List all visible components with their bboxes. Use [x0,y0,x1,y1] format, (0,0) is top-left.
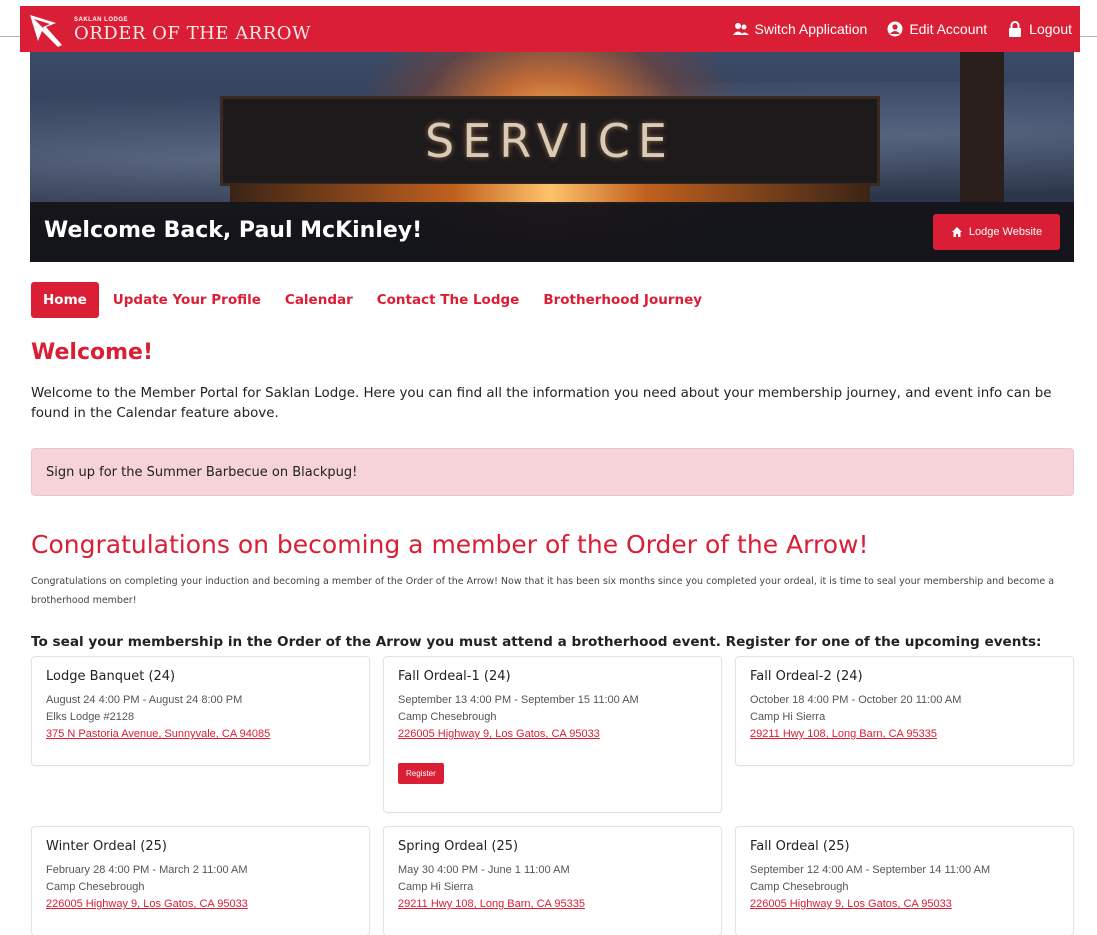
event-card: Lodge Banquet (24) August 24 4:00 PM - A… [31,656,370,766]
seal-membership-heading: To seal your membership in the Order of … [31,634,1042,650]
tab-calendar[interactable]: Calendar [273,282,365,318]
user-circle-icon [887,21,903,37]
welcome-back-heading: Welcome Back, Paul McKinley! [44,218,423,243]
event-title: Fall Ordeal (25) [750,839,850,854]
service-sign-text: SERVICE [425,114,675,168]
top-navbar: SAKLAN LODGE ORDER OF THE ARROW Switch A… [20,6,1080,52]
event-address-link[interactable]: 29211 Hwy 108, Long Barn, CA 95335 [398,896,707,913]
brand[interactable]: SAKLAN LODGE ORDER OF THE ARROW [28,12,311,48]
main-tabs: Home Update Your Profile Calendar Contac… [31,282,714,318]
event-address-link[interactable]: 226005 Highway 9, Los Gatos, CA 95033 [398,726,707,743]
switch-application-label: Switch Application [754,21,868,37]
users-icon [732,23,749,35]
switch-application-link[interactable]: Switch Application [732,21,868,37]
edit-account-label: Edit Account [909,21,988,37]
lodge-website-button[interactable]: Lodge Website [933,214,1060,250]
event-card: Fall Ordeal (25) September 12 4:00 AM - … [735,826,1074,935]
event-title: Fall Ordeal-1 (24) [398,669,511,684]
event-address-link[interactable]: 226005 Highway 9, Los Gatos, CA 95033 [750,896,1059,913]
welcome-text: Welcome to the Member Portal for Saklan … [31,386,1052,421]
brand-title: ORDER OF THE ARROW [74,23,312,44]
event-location: Elks Lodge #2128 [46,711,135,723]
event-title: Lodge Banquet (24) [46,669,176,684]
event-card: Fall Ordeal-2 (24) October 18 4:00 PM - … [735,656,1074,766]
logout-link[interactable]: Logout [1007,21,1072,37]
logout-label: Logout [1029,21,1072,37]
event-location: Camp Chesebrough [398,711,497,723]
arrowhead-logo-icon [30,15,62,47]
announcement-alert: Sign up for the Summer Barbecue on Black… [31,448,1074,496]
event-address-link[interactable]: 375 N Pastoria Avenue, Sunnyvale, CA 940… [46,726,355,743]
event-title: Fall Ordeal-2 (24) [750,669,863,684]
tab-contact-lodge[interactable]: Contact The Lodge [365,282,532,318]
event-datetime: February 28 4:00 PM - March 2 11:00 AM [46,864,248,876]
wooden-post [960,52,1004,202]
event-title: Winter Ordeal (25) [46,839,167,854]
congrats-heading: Congratulations on becoming a member of … [31,530,869,559]
event-location: Camp Hi Sierra [398,881,474,893]
event-location: Camp Hi Sierra [750,711,826,723]
edit-account-link[interactable]: Edit Account [887,21,987,37]
hero-banner: SERVICE Welcome Back, Paul McKinley! Lod… [30,52,1074,262]
event-datetime: September 12 4:00 AM - September 14 11:0… [750,864,991,876]
event-datetime: August 24 4:00 PM - August 24 8:00 PM [46,694,243,706]
congrats-text: Congratulations on completing your induc… [31,576,1055,606]
tab-brotherhood-journey[interactable]: Brotherhood Journey [531,282,714,318]
event-datetime: October 18 4:00 PM - October 20 11:00 AM [750,694,962,706]
event-title: Spring Ordeal (25) [398,839,519,854]
tab-update-profile[interactable]: Update Your Profile [101,282,273,318]
welcome-heading: Welcome! [31,340,153,365]
event-datetime: September 13 4:00 PM - September 15 11:0… [398,694,639,706]
event-datetime: May 30 4:00 PM - June 1 11:00 AM [398,864,570,876]
tab-home[interactable]: Home [31,282,99,318]
event-cards: Lodge Banquet (24) August 24 4:00 PM - A… [31,656,1074,935]
event-location: Camp Chesebrough [750,881,849,893]
event-card: Fall Ordeal-1 (24) September 13 4:00 PM … [383,656,722,813]
event-location: Camp Chesebrough [46,881,145,893]
home-icon [951,227,962,237]
lock-icon [1009,21,1022,37]
lodge-website-label: Lodge Website [968,226,1043,238]
service-sign: SERVICE [220,96,880,186]
event-address-link[interactable]: 29211 Hwy 108, Long Barn, CA 95335 [750,726,1059,743]
campfire-logs [230,184,870,204]
event-card: Spring Ordeal (25) May 30 4:00 PM - June… [383,826,722,935]
event-address-link[interactable]: 226005 Highway 9, Los Gatos, CA 95033 [46,896,355,913]
event-card: Winter Ordeal (25) February 28 4:00 PM -… [31,826,370,935]
register-button[interactable]: Register [398,763,444,784]
